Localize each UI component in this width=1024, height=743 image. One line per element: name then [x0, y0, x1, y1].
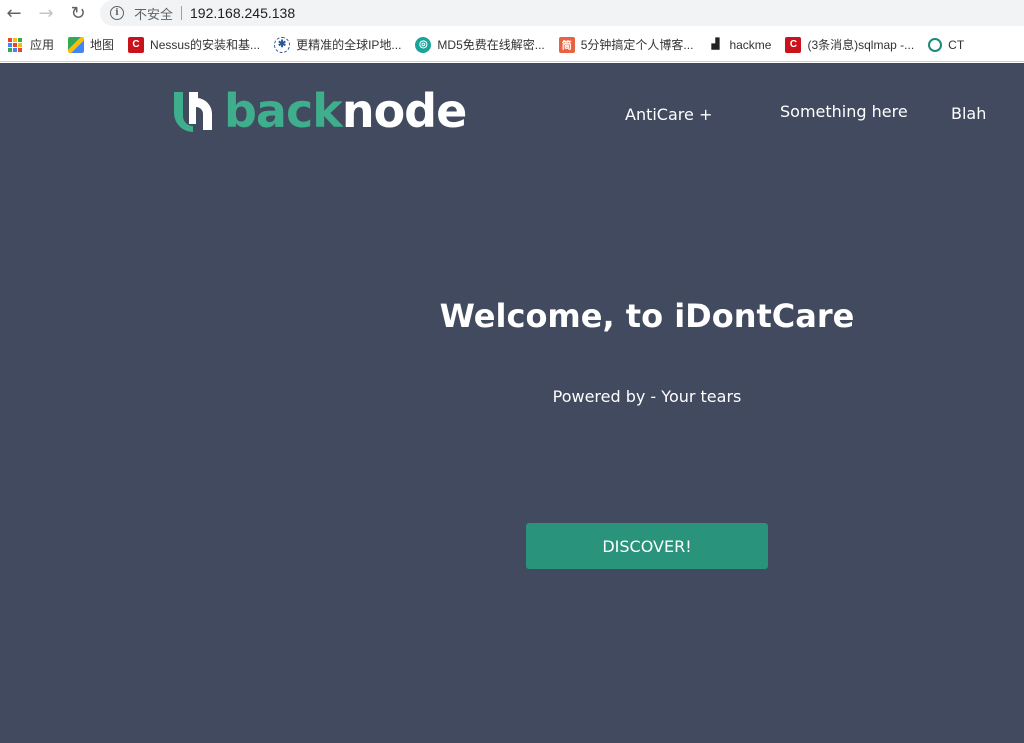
md5-icon: ◎ [415, 36, 432, 53]
csdn-icon: C [785, 36, 802, 53]
logo-wordmark: backnode [224, 88, 467, 134]
ct-icon [928, 37, 943, 52]
ip-icon: ✱ [274, 36, 291, 53]
csdn-icon: C [128, 36, 145, 53]
bookmark-label: 应用 [30, 38, 55, 52]
bookmarks-bar: 应用 地图 C Nessus的安装和基... ✱ 更精准的全球IP地... ◎ … [0, 28, 1024, 62]
forward-arrow-icon[interactable]: → [34, 2, 58, 24]
url-text[interactable]: 192.168.245.138 [190, 5, 295, 21]
reload-icon[interactable]: ↻ [66, 2, 90, 24]
logo-text-back: back [224, 84, 343, 138]
omnibox-divider [181, 6, 183, 20]
bookmark-nessus[interactable]: C Nessus的安装和基... [122, 32, 266, 58]
bookmark-label: 5分钟搞定个人博客... [580, 38, 694, 52]
bookmark-apps[interactable]: 应用 [2, 32, 60, 58]
bookmark-ct[interactable]: CT [922, 32, 970, 58]
browser-toolbar: ← → ↻ i 不安全 192.168.245.138 [0, 0, 1024, 28]
bookmark-maps[interactable]: 地图 [62, 32, 120, 58]
maps-icon [68, 36, 85, 53]
jianshu-icon: 简 [558, 36, 575, 53]
apps-grid-icon [8, 37, 22, 52]
nav-blah[interactable]: Blah [951, 104, 986, 123]
nav-something-here[interactable]: Something here [780, 102, 908, 121]
bookmark-label: (3条消息)sqlmap -... [807, 38, 915, 52]
bookmark-blog[interactable]: 简 5分钟搞定个人博客... [553, 32, 700, 58]
backnode-logo-icon [174, 92, 213, 132]
bookmark-label: 更精准的全球IP地... [296, 38, 402, 52]
bookmark-label: hackme [729, 37, 772, 52]
discover-button[interactable]: DISCOVER! [526, 523, 768, 569]
bookmark-sqlmap[interactable]: C (3条消息)sqlmap -... [779, 32, 920, 58]
bookmark-label: Nessus的安装和基... [150, 38, 261, 52]
bookmark-hackme[interactable]: ▟ hackme [701, 32, 777, 58]
address-bar[interactable]: i 不安全 192.168.245.138 [100, 0, 1024, 26]
logo-text-node: node [341, 84, 467, 138]
nav-anticare[interactable]: AntiCare + [625, 105, 712, 124]
bookmark-label: CT [948, 37, 965, 52]
page-subtitle: Powered by - Your tears [552, 387, 742, 406]
info-icon[interactable]: i [110, 6, 124, 20]
page-content: backnode AntiCare + Something here Blah … [0, 63, 1024, 743]
bookmark-md5[interactable]: ◎ MD5免费在线解密... [409, 32, 550, 58]
bookmark-label: MD5免费在线解密... [437, 38, 545, 52]
page-title: Welcome, to iDontCare [439, 297, 855, 335]
hackme-icon: ▟ [707, 36, 724, 53]
back-arrow-icon[interactable]: ← [2, 2, 26, 24]
bookmark-ip[interactable]: ✱ 更精准的全球IP地... [268, 32, 407, 58]
bookmark-label: 地图 [90, 38, 115, 52]
security-label[interactable]: 不安全 [134, 4, 173, 23]
site-logo[interactable]: backnode [172, 88, 467, 134]
